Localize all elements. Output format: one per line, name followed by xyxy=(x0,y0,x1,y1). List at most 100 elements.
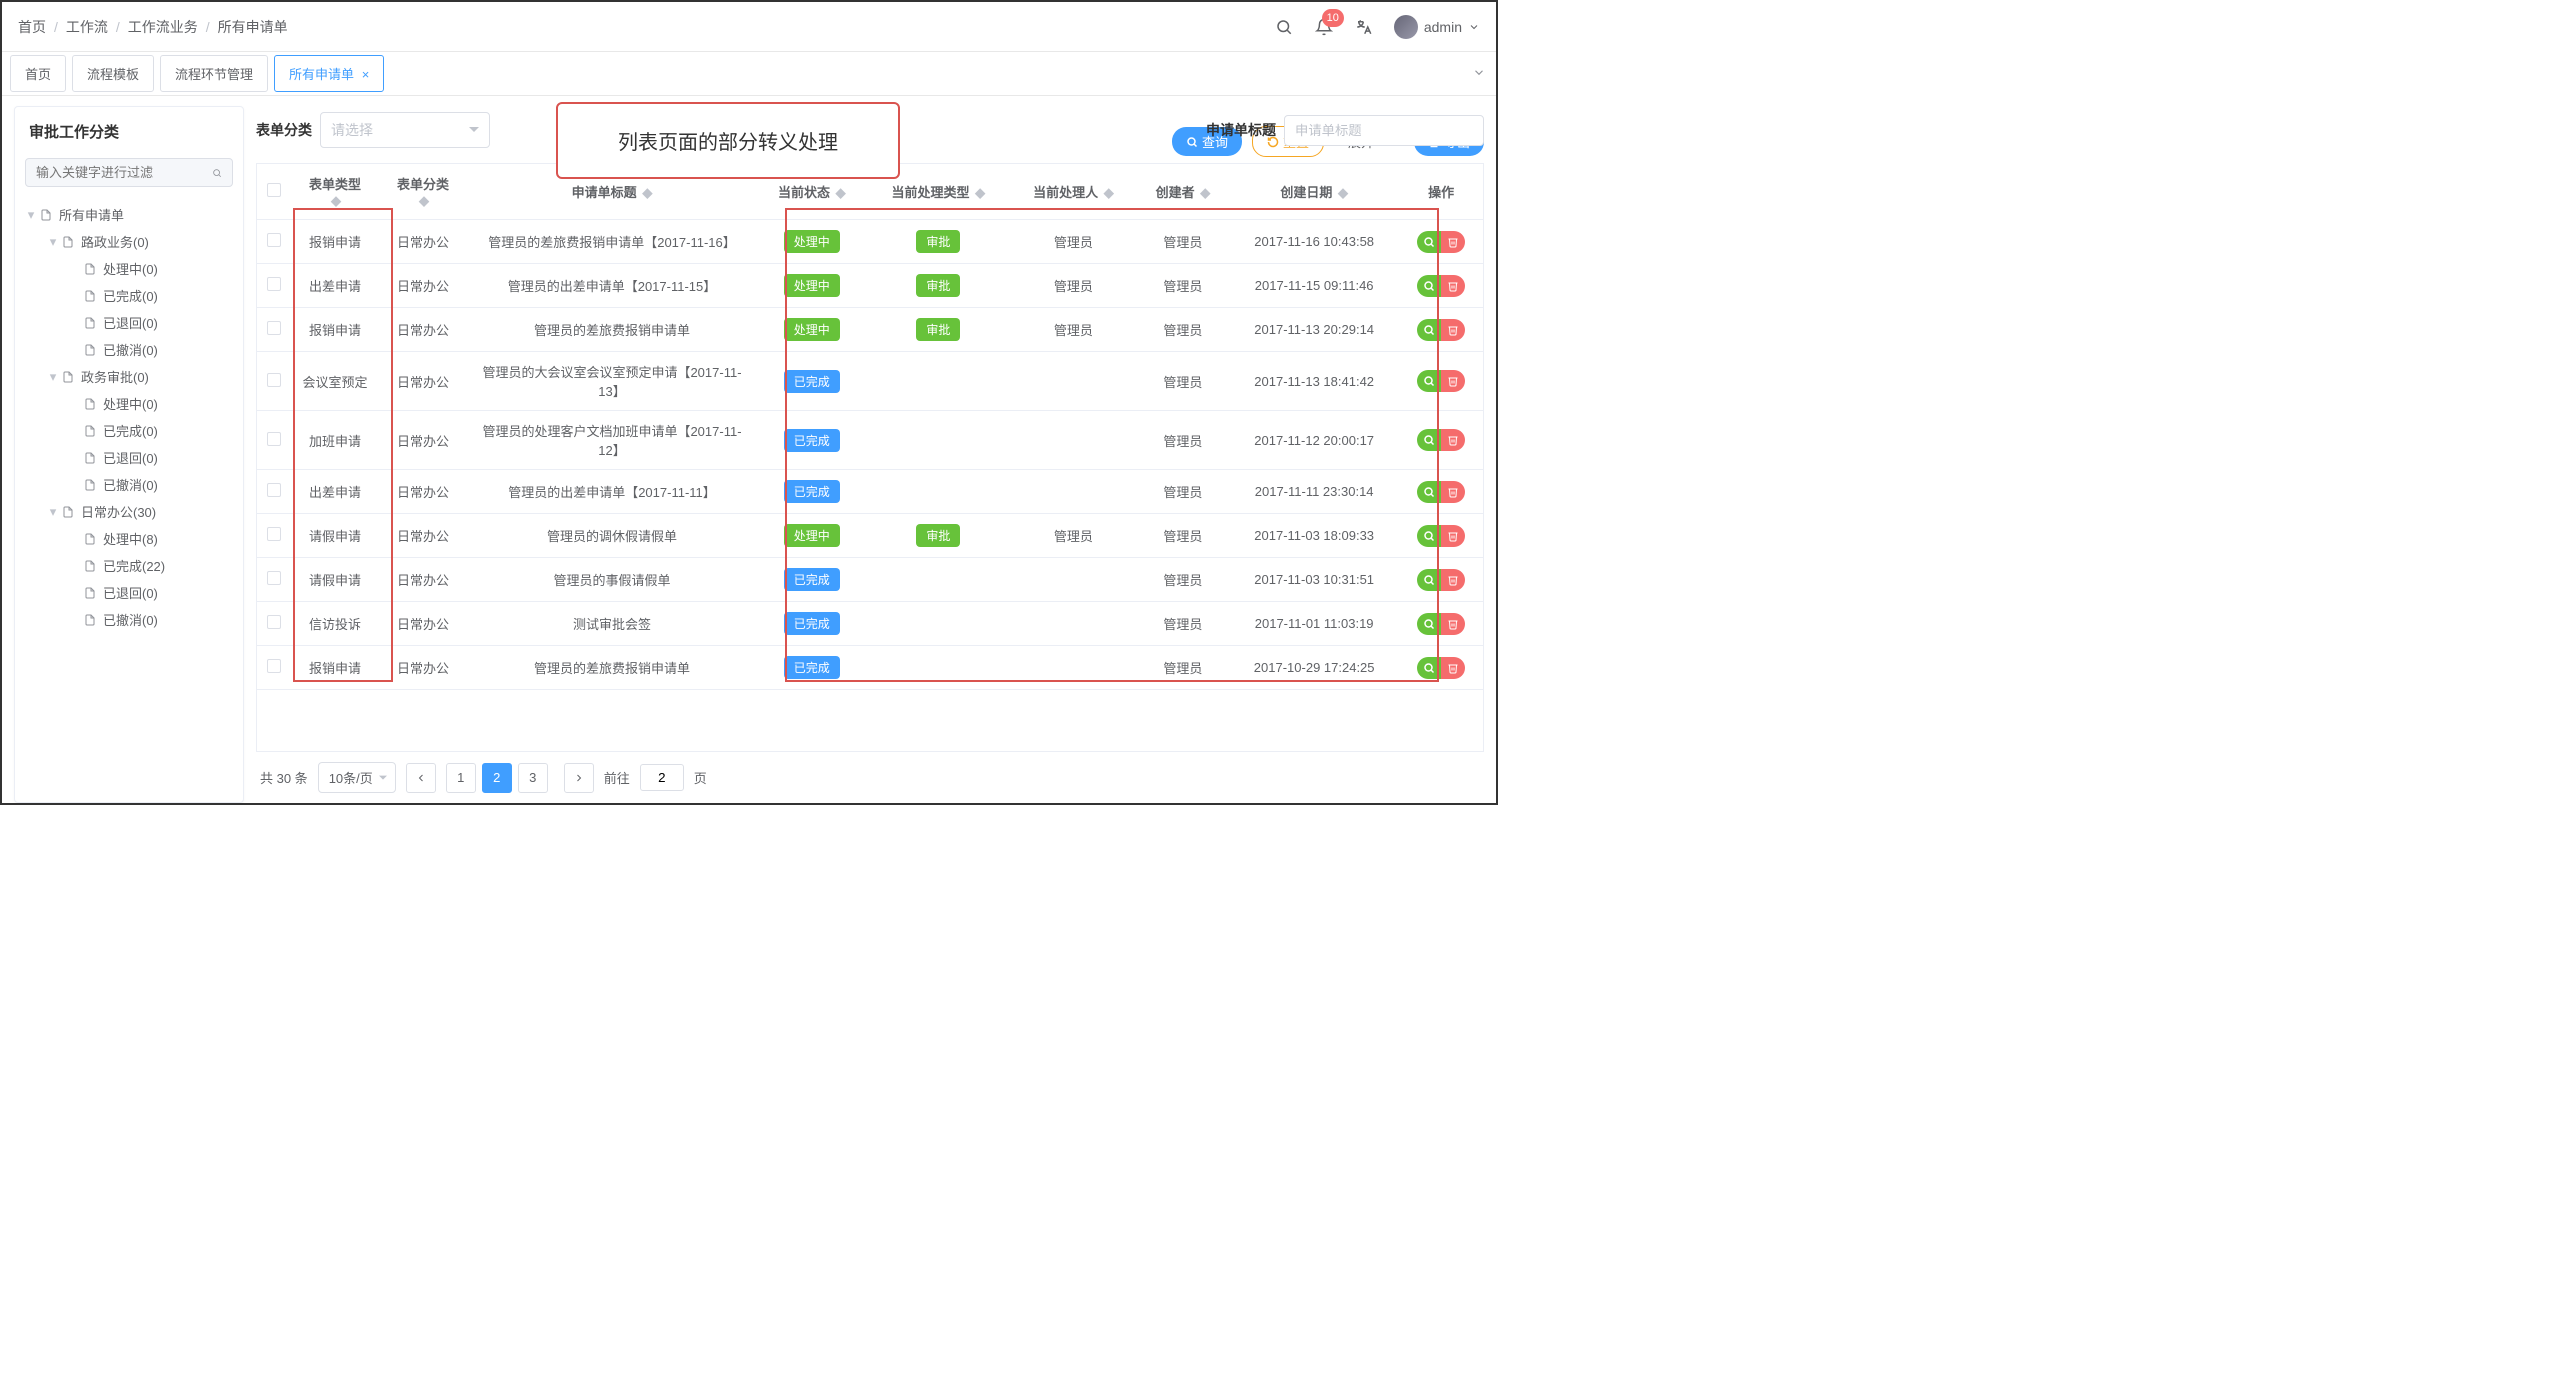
bell-icon[interactable]: 10 xyxy=(1314,17,1334,37)
col-category[interactable]: 表单分类◆ xyxy=(379,164,467,220)
col-type[interactable]: 表单类型◆ xyxy=(291,164,379,220)
sidebar-search-input[interactable] xyxy=(36,165,212,180)
view-button[interactable] xyxy=(1417,657,1441,679)
view-button[interactable] xyxy=(1417,525,1441,547)
cell-ops xyxy=(1399,352,1483,411)
row-checkbox[interactable] xyxy=(267,483,281,497)
tree-node[interactable]: ▾政务审批(0) xyxy=(43,363,233,390)
tree-label: 已完成(0) xyxy=(103,421,158,440)
chevron-down-icon[interactable] xyxy=(1472,65,1486,82)
user-menu[interactable]: admin xyxy=(1394,15,1480,39)
tab-template[interactable]: 流程模板 xyxy=(72,55,154,92)
delete-button[interactable] xyxy=(1441,429,1465,451)
file-icon xyxy=(83,343,97,357)
view-button[interactable] xyxy=(1417,429,1441,451)
title-input[interactable] xyxy=(1284,115,1484,146)
tab-home[interactable]: 首页 xyxy=(10,55,66,92)
cell-created: 2017-11-15 09:11:46 xyxy=(1229,264,1399,308)
row-checkbox[interactable] xyxy=(267,277,281,291)
delete-button[interactable] xyxy=(1441,613,1465,635)
delete-button[interactable] xyxy=(1441,525,1465,547)
cell-type: 出差申请 xyxy=(291,264,379,308)
tree-node[interactable]: 已退回(0) xyxy=(61,579,233,606)
row-checkbox[interactable] xyxy=(267,659,281,673)
select-all-checkbox[interactable] xyxy=(267,183,281,197)
cell-creator: 管理员 xyxy=(1137,352,1230,411)
next-page-button[interactable] xyxy=(564,763,594,793)
file-icon xyxy=(83,424,97,438)
tree-node[interactable]: 已完成(22) xyxy=(61,552,233,579)
delete-button[interactable] xyxy=(1441,275,1465,297)
proc-type-tag: 审批 xyxy=(916,274,960,297)
cell-title: 管理员的调休假请假单 xyxy=(467,514,757,558)
delete-button[interactable] xyxy=(1441,481,1465,503)
tree-node[interactable]: ▾所有申请单 xyxy=(25,201,233,228)
tree-node[interactable]: 已退回(0) xyxy=(61,444,233,471)
delete-button[interactable] xyxy=(1441,319,1465,341)
tree-label: 已退回(0) xyxy=(103,448,158,467)
cell-proc-type: 审批 xyxy=(867,264,1011,308)
delete-button[interactable] xyxy=(1441,569,1465,591)
filter-label-category: 表单分类 xyxy=(256,120,312,140)
search-icon[interactable] xyxy=(1274,17,1294,37)
tree-node[interactable]: ▾日常办公(30) xyxy=(43,498,233,525)
file-icon xyxy=(83,451,97,465)
breadcrumb-item[interactable]: 工作流 xyxy=(66,17,108,37)
view-button[interactable] xyxy=(1417,231,1441,253)
delete-button[interactable] xyxy=(1441,657,1465,679)
tree-node[interactable]: 已完成(0) xyxy=(61,282,233,309)
tree-node[interactable]: 已撤消(0) xyxy=(61,336,233,363)
prev-page-button[interactable] xyxy=(406,763,436,793)
cell-proc-type xyxy=(867,352,1011,411)
breadcrumb-item[interactable]: 首页 xyxy=(18,17,46,37)
row-checkbox[interactable] xyxy=(267,321,281,335)
tree-node[interactable]: 已退回(0) xyxy=(61,309,233,336)
row-checkbox[interactable] xyxy=(267,233,281,247)
col-processor[interactable]: 当前处理人 ◆ xyxy=(1010,164,1137,220)
page-number-button[interactable]: 3 xyxy=(518,763,548,793)
row-checkbox[interactable] xyxy=(267,373,281,387)
tree-label: 已撤消(0) xyxy=(103,610,158,629)
row-checkbox[interactable] xyxy=(267,615,281,629)
col-created[interactable]: 创建日期 ◆ xyxy=(1229,164,1399,220)
tree-node[interactable]: 已完成(0) xyxy=(61,417,233,444)
sidebar-search[interactable] xyxy=(25,158,233,187)
delete-button[interactable] xyxy=(1441,370,1465,392)
table-row: 信访投诉日常办公测试审批会签已完成管理员2017-11-01 11:03:19 xyxy=(257,602,1483,646)
cell-ops xyxy=(1399,308,1483,352)
tree-node[interactable]: ▾路政业务(0) xyxy=(43,228,233,255)
tree-node[interactable]: 处理中(0) xyxy=(61,390,233,417)
language-icon[interactable] xyxy=(1354,17,1374,37)
tree: ▾所有申请单▾路政业务(0)处理中(0)已完成(0)已退回(0)已撤消(0)▾政… xyxy=(25,201,233,633)
view-button[interactable] xyxy=(1417,275,1441,297)
tab-step[interactable]: 流程环节管理 xyxy=(160,55,268,92)
form-category-select[interactable]: 请选择 xyxy=(320,112,490,148)
view-button[interactable] xyxy=(1417,319,1441,341)
row-checkbox[interactable] xyxy=(267,571,281,585)
goto-input[interactable] xyxy=(640,764,684,791)
row-checkbox[interactable] xyxy=(267,527,281,541)
page-number-button[interactable]: 2 xyxy=(482,763,512,793)
close-icon[interactable]: × xyxy=(362,67,370,82)
cell-status: 已完成 xyxy=(757,646,867,690)
tree-node[interactable]: 已撤消(0) xyxy=(61,606,233,633)
row-checkbox[interactable] xyxy=(267,432,281,446)
pager: 共 30 条 10条/页 123 前往 页 xyxy=(256,752,1484,803)
page-number-button[interactable]: 1 xyxy=(446,763,476,793)
view-button[interactable] xyxy=(1417,613,1441,635)
breadcrumb-item[interactable]: 工作流业务 xyxy=(128,17,198,37)
view-button[interactable] xyxy=(1417,481,1441,503)
tabs: 首页 流程模板 流程环节管理 所有申请单 × xyxy=(2,52,1496,96)
tree-node[interactable]: 处理中(0) xyxy=(61,255,233,282)
tree-node[interactable]: 处理中(8) xyxy=(61,525,233,552)
view-button[interactable] xyxy=(1417,569,1441,591)
col-creator[interactable]: 创建者 ◆ xyxy=(1137,164,1230,220)
tab-all-requests[interactable]: 所有申请单 × xyxy=(274,55,384,92)
view-button[interactable] xyxy=(1417,370,1441,392)
file-icon xyxy=(83,262,97,276)
cell-creator: 管理员 xyxy=(1137,514,1230,558)
page-size-select[interactable]: 10条/页 xyxy=(318,762,396,793)
delete-button[interactable] xyxy=(1441,231,1465,253)
tree-node[interactable]: 已撤消(0) xyxy=(61,471,233,498)
caret-icon: ▾ xyxy=(47,234,59,250)
